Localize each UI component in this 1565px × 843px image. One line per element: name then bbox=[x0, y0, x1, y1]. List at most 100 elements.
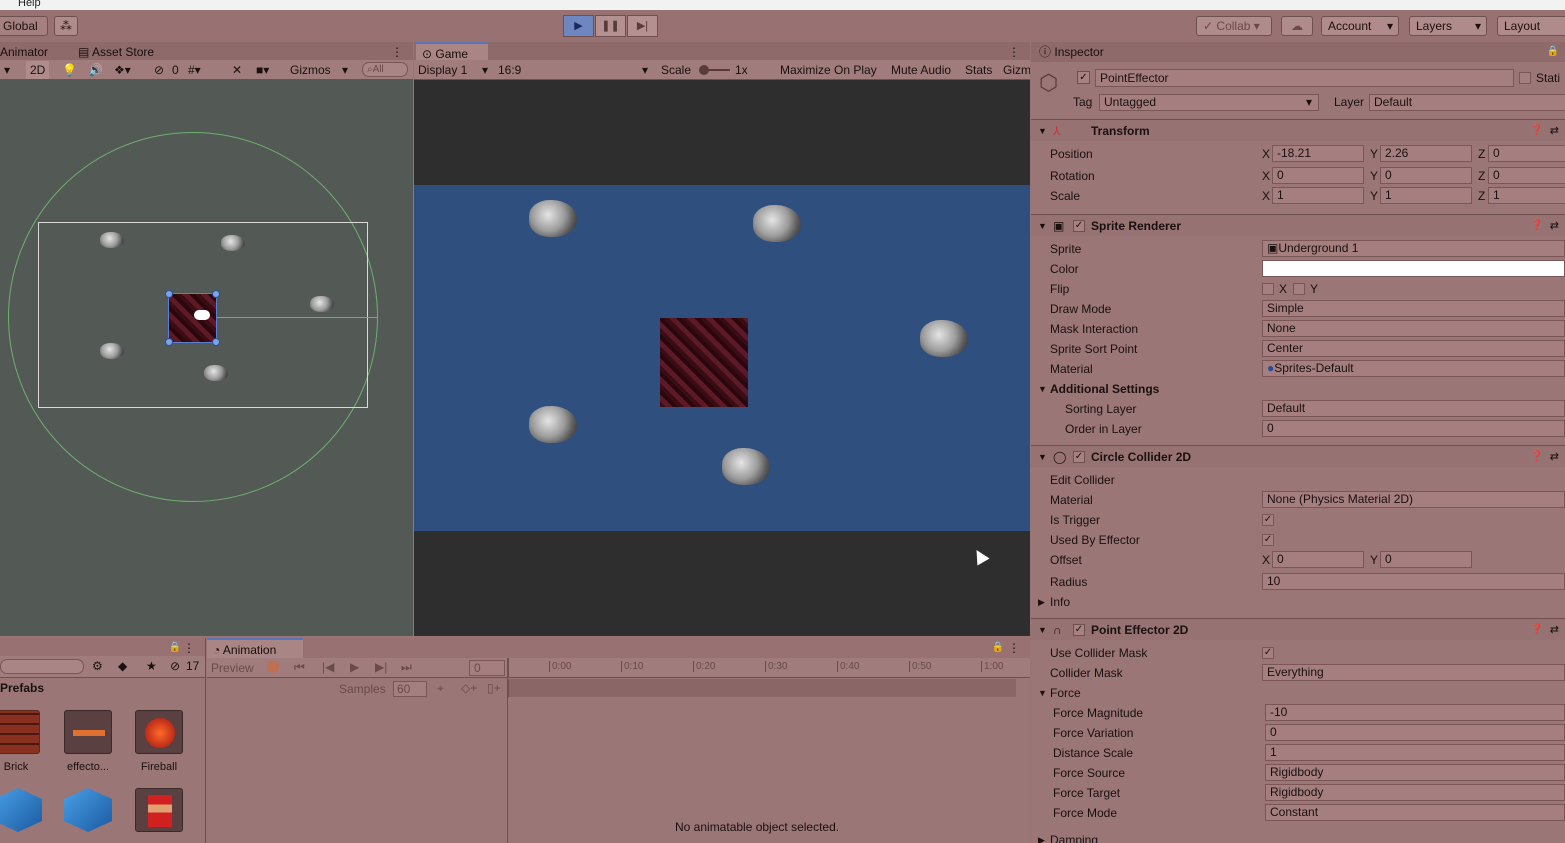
scale-z-field[interactable]: 1 bbox=[1488, 187, 1565, 204]
foldout-icon[interactable]: ▼ bbox=[1038, 379, 1047, 399]
frame-field[interactable]: 0 bbox=[469, 660, 505, 676]
chevron-down-icon[interactable]: ▾ bbox=[642, 60, 648, 79]
tools-icon[interactable]: ✕ bbox=[232, 60, 242, 80]
add-event-icon[interactable]: ◇+ bbox=[461, 681, 477, 695]
use-collider-mask-checkbox[interactable]: ✓ bbox=[1262, 647, 1274, 659]
force-source-dropdown[interactable]: Rigidbody bbox=[1265, 764, 1565, 781]
asset-thumbnail-brick[interactable] bbox=[0, 710, 40, 754]
collider-material-field[interactable]: None (Physics Material 2D) bbox=[1262, 491, 1565, 508]
circle-collider-enabled-checkbox[interactable]: ✓ bbox=[1073, 451, 1085, 463]
flip-x-checkbox[interactable] bbox=[1262, 283, 1274, 295]
active-checkbox[interactable]: ✓ bbox=[1077, 71, 1090, 84]
sorting-layer-dropdown[interactable]: Default bbox=[1262, 400, 1565, 417]
lighting-icon[interactable]: 💡 bbox=[62, 60, 77, 80]
record-icon[interactable] bbox=[267, 661, 279, 673]
scale-x-field[interactable]: 1 bbox=[1272, 187, 1364, 204]
circle-collider-header[interactable]: ▼ ◯ ✓ Circle Collider 2D ❓ ⇄ bbox=[1031, 445, 1565, 467]
preview-toggle[interactable]: Preview bbox=[211, 661, 254, 675]
project-search-input[interactable] bbox=[0, 659, 84, 674]
static-checkbox[interactable] bbox=[1519, 72, 1531, 84]
tab-inspector[interactable]: ⓘ Inspector bbox=[1033, 42, 1110, 62]
scale-y-field[interactable]: 1 bbox=[1380, 187, 1472, 204]
flip-y-checkbox[interactable] bbox=[1293, 283, 1305, 295]
tab-animator[interactable]: Animator bbox=[0, 42, 54, 62]
layer-dropdown[interactable]: Default bbox=[1369, 94, 1565, 111]
snap-button[interactable]: ⁂ bbox=[54, 16, 78, 36]
help-icon[interactable]: ❓ bbox=[1531, 215, 1543, 237]
additional-settings-foldout[interactable]: ▼ Additional Settings bbox=[1031, 379, 1565, 399]
draw-mode-dropdown[interactable]: Simple bbox=[1262, 300, 1565, 317]
foldout-icon[interactable]: ▼ bbox=[1038, 446, 1047, 468]
play-button[interactable]: ▶ bbox=[563, 15, 594, 37]
edit-collider-label[interactable]: Edit Collider bbox=[1050, 470, 1115, 490]
tab-asset-store[interactable]: ▤ Asset Store bbox=[72, 42, 160, 62]
sprite-renderer-header[interactable]: ▼ ▣ ✓ Sprite Renderer ❓ ⇄ bbox=[1031, 214, 1565, 236]
filter-type-icon[interactable]: ⚙ bbox=[92, 659, 103, 673]
foldout-icon[interactable]: ▼ bbox=[1038, 215, 1047, 237]
damping-foldout[interactable]: ▶ Damping bbox=[1031, 830, 1565, 843]
lock-icon[interactable]: 🔒 bbox=[992, 638, 1004, 658]
rotation-y-field[interactable]: 0 bbox=[1380, 167, 1472, 184]
point-effector-header[interactable]: ▼ ∩ ✓ Point Effector 2D ❓ ⇄ bbox=[1031, 618, 1565, 640]
foldout-collapsed-icon[interactable]: ▶ bbox=[1038, 830, 1045, 843]
gizmos-toggle[interactable]: Gizm bbox=[1003, 60, 1030, 79]
settings-icon[interactable]: ⇄ bbox=[1550, 215, 1559, 237]
panel-menu-icon[interactable]: ⋮ bbox=[1008, 42, 1020, 62]
collab-dropdown[interactable]: ✓ Collab ▾ bbox=[1196, 16, 1272, 36]
help-icon[interactable]: ❓ bbox=[1531, 619, 1543, 641]
force-target-dropdown[interactable]: Rigidbody bbox=[1265, 784, 1565, 801]
samples-field[interactable]: 60 bbox=[393, 681, 427, 697]
effects-icon[interactable]: ❖▾ bbox=[114, 60, 131, 80]
play-icon[interactable]: ▶ bbox=[350, 660, 359, 674]
settings-icon[interactable]: ⇄ bbox=[1550, 120, 1559, 142]
mode-2d-button[interactable]: 2D bbox=[26, 61, 50, 79]
hidden-icon[interactable]: ⊘ bbox=[154, 60, 164, 80]
radius-field[interactable]: 10 bbox=[1262, 573, 1565, 590]
hidden-icon[interactable]: ⊘ bbox=[170, 659, 180, 673]
material-field[interactable]: ●Sprites-Default bbox=[1262, 360, 1565, 377]
first-key-icon[interactable]: ⏮ bbox=[294, 660, 305, 675]
step-button[interactable]: ▶| bbox=[627, 15, 658, 37]
pause-button[interactable]: ❚❚ bbox=[595, 15, 626, 37]
force-foldout[interactable]: ▼ Force bbox=[1031, 683, 1565, 703]
mask-interaction-dropdown[interactable]: None bbox=[1262, 320, 1565, 337]
camera-icon[interactable]: ■▾ bbox=[256, 60, 269, 80]
handle-dot[interactable] bbox=[165, 338, 173, 346]
info-foldout[interactable]: ▶ Info bbox=[1031, 592, 1565, 612]
position-y-field[interactable]: 2.26 bbox=[1380, 145, 1472, 162]
settings-icon[interactable]: ⇄ bbox=[1550, 619, 1559, 641]
settings-icon[interactable]: ⇄ bbox=[1550, 446, 1559, 468]
layers-dropdown[interactable]: Layers ▾ bbox=[1409, 16, 1487, 36]
foldout-icon[interactable]: ▼ bbox=[1038, 619, 1047, 641]
last-key-icon[interactable]: ⏭ bbox=[401, 660, 412, 675]
help-icon[interactable]: ❓ bbox=[1531, 446, 1543, 468]
shading-dropdown[interactable]: ▾ bbox=[4, 60, 10, 80]
global-toggle-button[interactable]: Global bbox=[0, 16, 48, 36]
panel-menu-icon[interactable]: ⋮ bbox=[1008, 638, 1020, 658]
audio-icon[interactable]: 🔊 bbox=[88, 60, 103, 80]
handle-dot[interactable] bbox=[165, 290, 173, 298]
cloud-button[interactable]: ☁ bbox=[1281, 16, 1313, 36]
sprite-field[interactable]: ▣Underground 1 bbox=[1262, 240, 1565, 257]
distance-scale-field[interactable]: 1 bbox=[1265, 744, 1565, 761]
filter-label-icon[interactable]: ◆ bbox=[118, 659, 127, 673]
favorite-icon[interactable]: ★ bbox=[146, 659, 157, 673]
add-keyframe-icon[interactable]: ⌖ bbox=[437, 681, 444, 696]
handle-dot[interactable] bbox=[212, 338, 220, 346]
aspect-dropdown[interactable]: 16:9 bbox=[498, 60, 521, 79]
lock-icon[interactable]: 🔒 bbox=[1547, 42, 1559, 62]
tag-dropdown[interactable]: Untagged ▾ bbox=[1099, 94, 1319, 111]
add-marker-icon[interactable]: ▯+ bbox=[487, 681, 501, 695]
gizmos-dropdown[interactable]: Gizmos bbox=[290, 60, 331, 80]
collider-mask-dropdown[interactable]: Everything bbox=[1262, 664, 1565, 681]
tab-animation[interactable]: ◔ Animation bbox=[207, 638, 303, 658]
transform-header[interactable]: ▼ ⅄ Transform ❓ ⇄ bbox=[1031, 119, 1565, 141]
prefab-cube-icon[interactable] bbox=[64, 788, 112, 832]
asset-thumbnail-fireball[interactable] bbox=[135, 710, 183, 754]
foldout-icon[interactable]: ▼ bbox=[1038, 120, 1047, 142]
scene-view[interactable] bbox=[0, 80, 413, 636]
layout-dropdown[interactable]: Layout bbox=[1497, 16, 1565, 36]
panel-menu-icon[interactable]: ⋮ bbox=[391, 42, 403, 62]
foldout-icon[interactable]: ▼ bbox=[1038, 683, 1047, 703]
lock-icon[interactable]: 🔒 bbox=[169, 638, 181, 658]
